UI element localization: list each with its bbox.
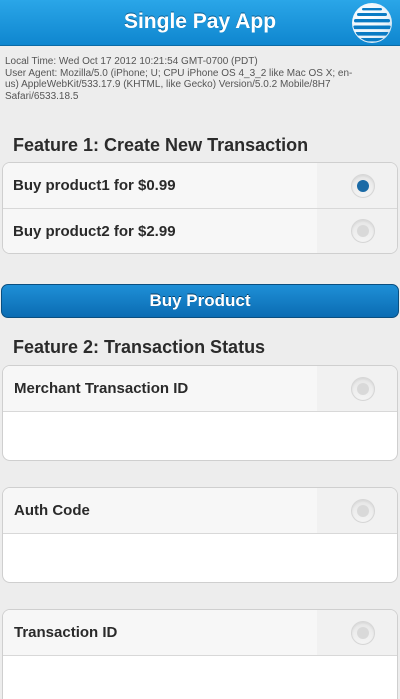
user-agent-line: Safari/6533.18.5 [5,90,79,102]
product-option-label: Buy product2 for $2.99 [3,209,317,253]
auth-code-radio[interactable] [351,498,375,523]
page: Single Pay App Local Time: Wed Oct 17 20… [0,0,400,699]
radio-button-product1[interactable] [351,173,375,198]
merchant-transaction-id-value [3,412,397,460]
transaction-id-value [3,656,397,699]
app-title: Single Pay App [123,10,277,33]
app-header: Single Pay App [0,0,400,46]
transaction-id-label: Transaction ID [3,610,317,655]
radio-button-product2[interactable] [351,219,375,243]
product-option-1[interactable]: Buy product1 for $0.99 [3,163,397,208]
auth-code-value [3,534,397,582]
device-info: Local Time: Wed Oct 17 2012 10:21:54 GMT… [5,56,395,102]
feature2-title: Feature 2: Transaction Status [13,337,266,357]
transaction-id-radio[interactable] [351,620,375,645]
transaction-id-card: Transaction ID [2,609,398,699]
auth-code-card: Auth Code [2,487,398,583]
auth-code-label: Auth Code [3,488,317,533]
merchant-transaction-id-card: Merchant Transaction ID [2,365,398,461]
product-option-label: Buy product1 for $0.99 [3,163,317,208]
product-options-group: Buy product1 for $0.99 Buy product2 for … [2,162,398,254]
user-agent-line: us) AppleWebKit/533.17.9 (KHTML, like Ge… [5,79,331,90]
merchant-transaction-id-radio[interactable] [351,376,375,401]
feature1-title: Feature 1: Create New Transaction [13,135,309,155]
merchant-transaction-id-label: Merchant Transaction ID [3,366,317,411]
local-time-text: Local Time: Wed Oct 17 2012 10:21:54 GMT… [5,56,258,67]
product-option-2[interactable]: Buy product2 for $2.99 [3,208,397,253]
user-agent-line: User Agent: Mozilla/5.0 (iPhone; U; CPU … [5,67,353,79]
att-globe-icon [352,3,392,43]
buy-product-button[interactable]: Buy Product [1,284,399,318]
